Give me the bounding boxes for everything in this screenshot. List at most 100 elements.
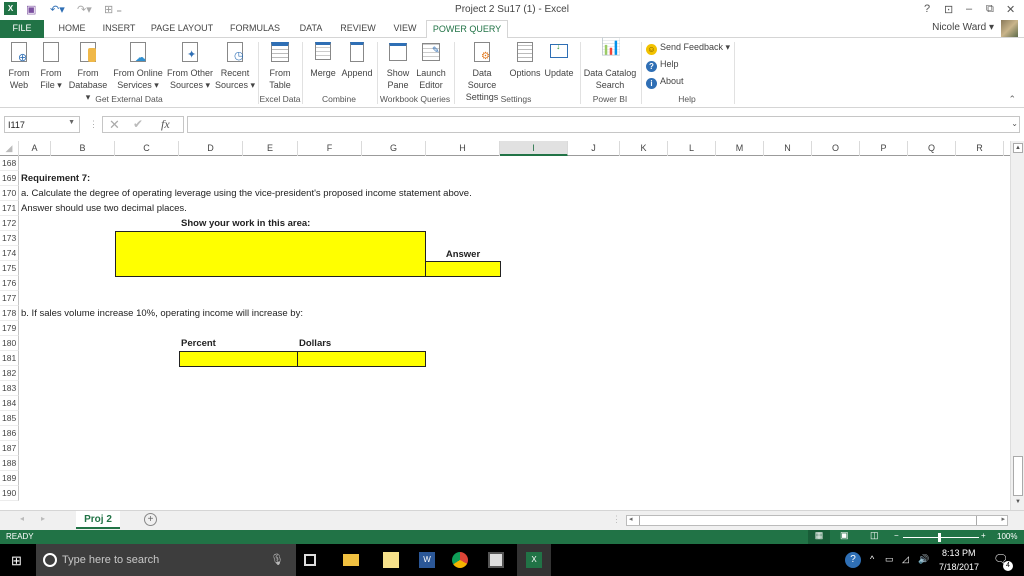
column-header[interactable]: P (860, 141, 908, 156)
prev-sheet-icon[interactable]: ◂ (20, 514, 24, 523)
merge-button[interactable]: Merge (306, 40, 340, 79)
cell-requirement-b[interactable]: b. If sales volume increase 10%, operati… (21, 306, 303, 321)
formula-input[interactable] (187, 116, 1020, 133)
tab-home[interactable]: HOME (52, 20, 92, 38)
row-header[interactable]: 176 (0, 276, 19, 291)
column-header[interactable]: N (764, 141, 812, 156)
tab-power-query[interactable]: POWER QUERY (426, 20, 508, 39)
recent-sources-button[interactable]: ◷ Recent Sources ▾ (214, 40, 256, 91)
from-file-button[interactable]: From File ▾ (36, 40, 66, 91)
word-icon[interactable]: W (419, 552, 435, 568)
show-hidden-icons-icon[interactable]: ^ (870, 554, 874, 564)
vertical-scroll-thumb[interactable] (1013, 456, 1023, 496)
clock-time[interactable]: 8:13 PM (942, 548, 976, 558)
expand-formula-bar-icon[interactable]: ⌄ (1011, 119, 1018, 128)
tab-formulas[interactable]: FORMULAS (224, 20, 286, 38)
zoom-slider[interactable] (903, 537, 979, 538)
chrome-icon[interactable] (452, 552, 468, 568)
help-button[interactable]: ? Help (646, 59, 679, 72)
column-header[interactable]: E (243, 141, 298, 156)
send-feedback-button[interactable]: ☺ Send Feedback ▾ (646, 42, 730, 55)
page-layout-view-icon[interactable]: ▣ (840, 530, 849, 541)
sticky-notes-icon[interactable] (383, 552, 399, 568)
row-header[interactable]: 178 (0, 306, 19, 321)
update-button[interactable]: ↓ Update (542, 40, 576, 79)
user-name[interactable]: Nicole Ward ▾ (932, 22, 994, 33)
row-header[interactable]: 182 (0, 366, 19, 381)
help-icon[interactable]: ? (924, 3, 930, 15)
column-header[interactable]: L (668, 141, 716, 156)
tab-data[interactable]: DATA (294, 20, 328, 38)
cell-show-work-label[interactable]: Show your work in this area: (181, 216, 310, 231)
battery-icon[interactable]: ▭ (885, 554, 894, 565)
row-header[interactable]: 188 (0, 456, 19, 471)
file-explorer-icon[interactable] (343, 554, 359, 566)
column-header[interactable]: D (179, 141, 243, 156)
launch-editor-button[interactable]: ✎ Launch Editor (414, 40, 448, 91)
insert-function-icon[interactable]: fx (161, 117, 170, 132)
row-header[interactable]: 175 (0, 261, 19, 276)
horizontal-scrollbar[interactable]: ◂ ▸ (626, 515, 1008, 526)
from-online-services-button[interactable]: ☁ From Online Services ▾ (112, 40, 164, 91)
column-header[interactable]: A (19, 141, 51, 156)
cell-requirement-a[interactable]: a. Calculate the degree of operating lev… (21, 186, 472, 201)
collapse-ribbon-icon[interactable]: ⌃ (1008, 94, 1016, 105)
column-header[interactable]: F (298, 141, 362, 156)
show-pane-button[interactable]: Show Pane (382, 40, 414, 91)
row-header[interactable]: 185 (0, 411, 19, 426)
sheet-tab-proj-2[interactable]: Proj 2 (76, 511, 120, 529)
row-header[interactable]: 177 (0, 291, 19, 306)
from-table-button[interactable]: From Table (262, 40, 298, 91)
scroll-left-icon[interactable]: ◂ (629, 515, 633, 523)
column-header[interactable]: K (620, 141, 668, 156)
tab-file[interactable]: FILE (0, 20, 44, 38)
name-box[interactable]: I117 ▼ (4, 116, 80, 133)
cell-requirement-heading[interactable]: Requirement 7: (21, 171, 90, 186)
split-handle-icon[interactable]: ⋮ (612, 514, 621, 525)
row-header[interactable]: 168 (0, 156, 19, 171)
column-header[interactable]: M (716, 141, 764, 156)
tab-page-layout[interactable]: PAGE LAYOUT (148, 20, 216, 38)
avatar[interactable] (1001, 20, 1018, 37)
tab-insert[interactable]: INSERT (98, 20, 140, 38)
row-header[interactable]: 189 (0, 471, 19, 486)
column-header[interactable]: C (115, 141, 179, 156)
row-header[interactable]: 172 (0, 216, 19, 231)
row-header[interactable]: 184 (0, 396, 19, 411)
cell-dollars-label[interactable]: Dollars (299, 336, 331, 351)
column-header[interactable]: B (51, 141, 115, 156)
row-header[interactable]: 186 (0, 426, 19, 441)
about-button[interactable]: i About (646, 76, 684, 89)
scroll-right-icon[interactable]: ▸ (1001, 515, 1005, 523)
column-header[interactable]: O (812, 141, 860, 156)
excel-taskbar-button[interactable]: X (517, 544, 551, 576)
normal-view-icon[interactable]: ▦ (808, 530, 830, 544)
work-area-input[interactable] (115, 231, 426, 277)
scroll-up-icon[interactable]: ▲ (1013, 143, 1023, 153)
append-button[interactable]: Append (340, 40, 374, 79)
cell-percent-label[interactable]: Percent (181, 336, 216, 351)
scroll-down-icon[interactable]: ▼ (1013, 498, 1023, 508)
zoom-in-icon[interactable]: + (981, 531, 986, 540)
ribbon-display-options-icon[interactable]: ⊡ (944, 3, 953, 16)
taskbar-search[interactable]: Type here to search 🎙 (36, 544, 296, 576)
percent-input[interactable] (179, 351, 298, 367)
from-other-sources-button[interactable]: ✦ From Other Sources ▾ (166, 40, 214, 91)
wifi-icon[interactable]: ◿ (902, 554, 909, 565)
row-header[interactable]: 169 (0, 171, 19, 186)
tab-review[interactable]: REVIEW (336, 20, 380, 38)
new-sheet-icon[interactable]: + (144, 513, 157, 526)
dollars-input[interactable] (297, 351, 426, 367)
worksheet-grid[interactable]: 168 169 170 171 172 173 174 175 176 177 178 179 180 1… (0, 156, 1010, 501)
close-icon[interactable]: ✕ (1006, 3, 1015, 16)
row-header[interactable]: 180 (0, 336, 19, 351)
column-header[interactable]: Q (908, 141, 956, 156)
row-header[interactable]: 171 (0, 201, 19, 216)
restore-icon[interactable]: ⧉ (986, 3, 994, 16)
chevron-down-icon[interactable]: ▼ (68, 119, 75, 126)
help-tray-icon[interactable]: ? (845, 552, 861, 568)
column-header[interactable]: G (362, 141, 426, 156)
volume-icon[interactable]: 🔊 (918, 554, 929, 565)
row-header[interactable]: 187 (0, 441, 19, 456)
column-header-selected[interactable]: I (500, 141, 568, 156)
